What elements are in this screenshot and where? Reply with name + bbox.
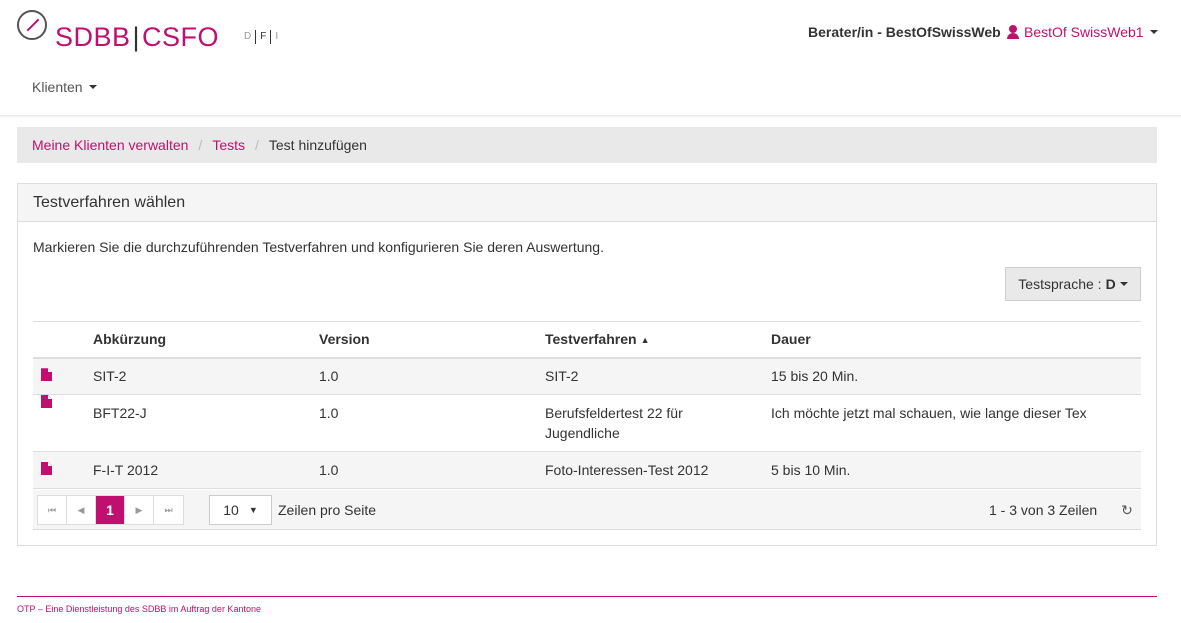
cell-procedure: Foto-Interessen-Test 2012	[545, 462, 709, 478]
row-icon-cell	[33, 395, 93, 452]
test-language-value: D	[1105, 276, 1116, 292]
user-name: BestOf SwissWeb1	[1024, 24, 1144, 40]
breadcrumb-current: Test hinzufügen	[268, 137, 367, 153]
breadcrumb-divider: /	[255, 137, 259, 153]
table-row[interactable]: F-I-T 2012 1.0 Foto-Interessen-Test 2012…	[33, 451, 1141, 489]
chevron-down-icon	[1119, 282, 1128, 286]
cell-abbr: SIT-2	[93, 368, 127, 385]
refresh-icon[interactable]: ↻	[1114, 496, 1140, 524]
tests-table: Abkürzung Version Testverfahren ▲ Dauer S…	[33, 321, 1141, 489]
rows-per-page-label: Zeilen pro Seite	[278, 502, 377, 518]
lang-f[interactable]: F	[255, 30, 270, 44]
header-abbr[interactable]: Abkürzung	[93, 322, 319, 358]
first-page-button[interactable]: ⏮	[38, 496, 67, 524]
cell-abbr: F-I-T 2012	[93, 462, 159, 478]
test-language-label: Testsprache :	[1018, 276, 1102, 292]
sort-asc-icon: ▲	[640, 335, 650, 346]
user-menu[interactable]: BestOf SwissWeb1	[1006, 24, 1158, 40]
chevron-down-icon	[88, 85, 97, 89]
brand-name: SDBB|CSFO	[55, 22, 219, 53]
prev-page-button[interactable]: ◀	[67, 496, 96, 524]
file-icon	[41, 368, 52, 382]
test-language-button[interactable]: Testsprache : D	[1005, 267, 1141, 301]
breadcrumb-tests[interactable]: Tests	[212, 137, 245, 153]
lang-d[interactable]: D	[244, 30, 255, 44]
chevron-down-icon	[1149, 30, 1158, 34]
nav-clients[interactable]: Klienten	[32, 79, 97, 95]
row-count: 1 - 3 von 3 Zeilen	[989, 502, 1098, 518]
cell-abbr: BFT22-J	[93, 405, 147, 421]
header-duration[interactable]: Dauer	[771, 322, 1141, 358]
cell-procedure: Berufsfeldertest 22 für Jugendliche	[545, 405, 683, 441]
panel-description: Markieren Sie die durchzuführenden Testv…	[33, 239, 604, 255]
brand-right: CSFO	[142, 22, 220, 52]
header-divider	[0, 115, 1181, 118]
header-procedure-label: Testverfahren	[545, 331, 637, 348]
cell-procedure: SIT-2	[545, 368, 579, 385]
footer-text: OTP – Eine Dienstleistung des SDBB im Au…	[17, 604, 261, 614]
page-size-select[interactable]: 10 ▼	[209, 495, 272, 525]
brand-separator: |	[132, 22, 141, 52]
breadcrumb-clients[interactable]: Meine Klienten verwalten	[32, 137, 188, 153]
brand-left: SDBB	[55, 22, 131, 52]
header-procedure[interactable]: Testverfahren ▲	[545, 322, 771, 358]
file-icon	[41, 395, 52, 408]
pagination-bar: ⏮ ◀ 1 ▶ ⏭ 10 ▼ Zeilen pro Seite 1 - 3 vo…	[33, 490, 1141, 530]
row-icon-cell	[33, 358, 93, 395]
cell-duration: Ich möchte jetzt mal schauen, wie lange …	[771, 405, 1087, 421]
header-version[interactable]: Version	[319, 322, 545, 358]
table-row[interactable]: SIT-2 1.0 SIT-2 15 bis 20 Min.	[33, 357, 1141, 395]
table-row[interactable]: BFT22-J 1.0 Berufsfeldertest 22 für Juge…	[33, 395, 1141, 452]
pagination: ⏮ ◀ 1 ▶ ⏭	[37, 495, 184, 525]
cell-version: 1.0	[319, 405, 339, 421]
page-1-button[interactable]: 1	[96, 496, 125, 524]
dropdown-icon: ▼	[248, 505, 258, 515]
cell-duration: 15 bis 20 Min.	[771, 368, 859, 385]
nav-clients-label: Klienten	[32, 79, 83, 95]
cell-version: 1.0	[319, 462, 339, 478]
lang-i[interactable]: I	[270, 30, 282, 44]
cell-duration: 5 bis 10 Min.	[771, 462, 851, 478]
compass-icon	[17, 10, 47, 40]
header-icon-col	[33, 322, 93, 358]
page-size-value: 10	[223, 502, 239, 518]
file-icon	[41, 462, 52, 475]
breadcrumb: Meine Klienten verwalten / Tests / Test …	[17, 127, 1157, 163]
test-selection-panel: Testverfahren wählen Markieren Sie die d…	[17, 183, 1157, 546]
panel-title: Testverfahren wählen	[18, 184, 1156, 222]
next-page-button[interactable]: ▶	[125, 496, 154, 524]
language-switcher: D F I	[244, 30, 282, 44]
user-role: Berater/in - BestOfSwissWeb	[808, 24, 1001, 40]
last-page-button[interactable]: ⏭	[154, 496, 183, 524]
row-icon-cell	[33, 452, 93, 489]
cell-version: 1.0	[319, 368, 339, 385]
breadcrumb-divider: /	[198, 137, 203, 153]
footer-divider	[17, 596, 1157, 597]
brand-logo[interactable]: SDBB|CSFO	[17, 8, 219, 52]
user-icon	[1006, 25, 1020, 39]
table-header-row: Abkürzung Version Testverfahren ▲ Dauer	[33, 321, 1141, 358]
